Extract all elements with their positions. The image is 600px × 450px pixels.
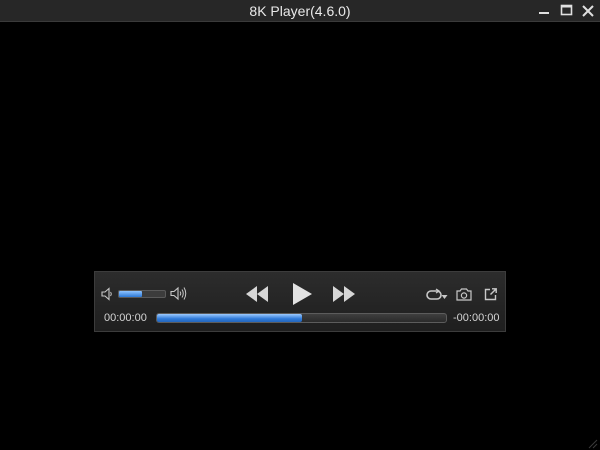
popout-button[interactable] <box>484 288 497 301</box>
resize-grip-icon <box>588 439 598 449</box>
rewind-button[interactable] <box>245 286 269 302</box>
volume-slider[interactable] <box>118 290 166 298</box>
seek-progress <box>157 314 302 322</box>
time-elapsed: 00:00:00 <box>104 312 147 324</box>
loop-mode-button[interactable] <box>426 288 448 302</box>
video-area[interactable] <box>0 22 600 450</box>
minimize-icon <box>539 12 549 14</box>
rewind-icon <box>246 286 268 302</box>
mute-button[interactable] <box>101 287 113 301</box>
title-bar: 8K Player(4.6.0) <box>0 0 600 22</box>
volume-level <box>119 291 142 297</box>
fast-forward-icon <box>333 286 355 302</box>
resize-grip[interactable] <box>586 436 598 449</box>
fast-forward-button[interactable] <box>332 286 356 302</box>
volume-max-button[interactable] <box>170 286 188 301</box>
speaker-low-icon <box>101 287 112 301</box>
maximize-button[interactable] <box>555 0 577 22</box>
close-button[interactable] <box>577 0 599 22</box>
snapshot-button[interactable] <box>456 288 472 301</box>
seek-bar[interactable] <box>156 313 447 323</box>
minimize-button[interactable] <box>533 0 555 22</box>
play-button[interactable] <box>291 282 313 306</box>
play-icon <box>293 283 312 305</box>
camera-icon <box>456 288 472 301</box>
window-title: 8K Player(4.6.0) <box>249 3 351 19</box>
close-icon <box>582 5 594 17</box>
maximize-icon <box>560 4 573 16</box>
time-remaining: -00:00:00 <box>453 312 500 324</box>
control-bar: 00:00:00 -00:00:00 <box>94 271 506 332</box>
popout-icon <box>484 288 497 301</box>
speaker-high-icon <box>170 286 187 301</box>
loop-icon <box>426 288 448 300</box>
